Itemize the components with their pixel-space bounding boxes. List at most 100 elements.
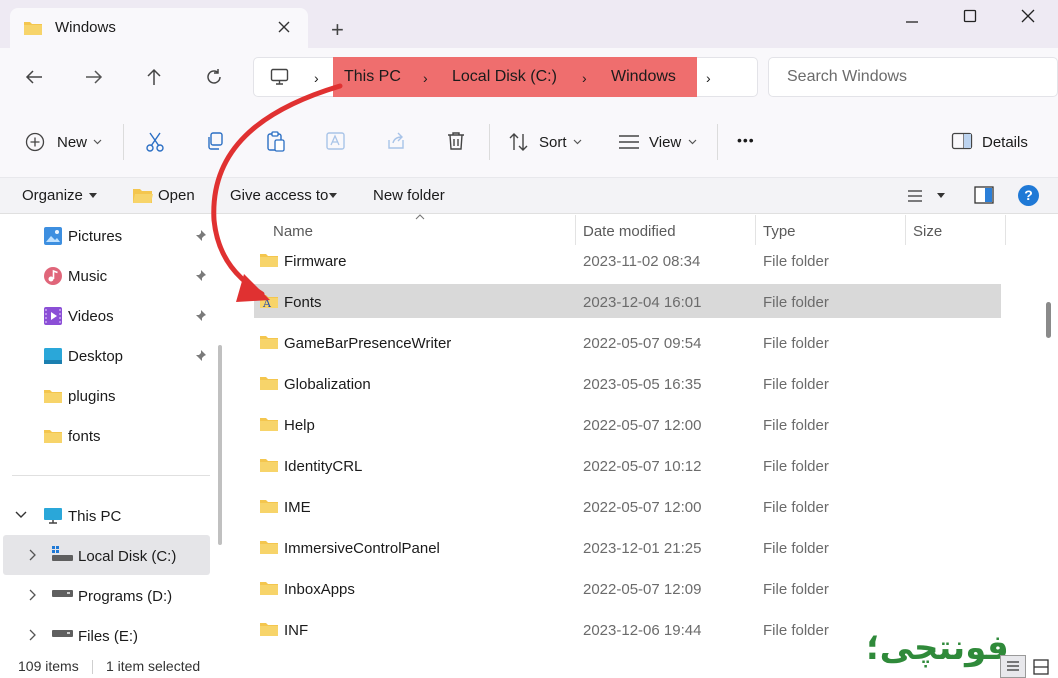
file-name[interactable]: Help: [284, 417, 315, 434]
status-divider: [92, 660, 93, 674]
file-name[interactable]: ImmersiveControlPanel: [284, 540, 440, 557]
drive-icon: [52, 630, 74, 638]
organize-menu[interactable]: Organize: [22, 187, 83, 204]
status-selection: 1 item selected: [106, 658, 201, 674]
file-name[interactable]: IdentityCRL: [284, 458, 362, 475]
more-options-button[interactable]: •••: [737, 132, 755, 148]
file-date: 2022-05-07 12:00: [583, 417, 702, 434]
file-date: 2023-12-06 19:44: [583, 622, 702, 639]
details-button[interactable]: Details: [982, 134, 1028, 151]
nav-item-pictures[interactable]: Pictures: [68, 228, 122, 245]
cut-button[interactable]: [145, 131, 165, 153]
file-type: File folder: [763, 458, 829, 475]
view-button[interactable]: View: [649, 134, 681, 151]
open-icon: [132, 186, 154, 204]
pin-icon[interactable]: [193, 349, 207, 363]
caret-down-icon[interactable]: [937, 193, 945, 198]
pictures-icon: [43, 226, 63, 246]
close-window-button[interactable]: [1021, 9, 1035, 23]
file-type: File folder: [763, 622, 829, 639]
delete-button[interactable]: [446, 131, 466, 151]
forward-button[interactable]: [85, 69, 103, 85]
status-item-count: 109 items: [18, 658, 79, 674]
breadcrumb-windows[interactable]: Windows: [611, 68, 676, 86]
nav-item-fonts[interactable]: fonts: [68, 428, 101, 445]
nav-item-this-pc[interactable]: This PC: [68, 508, 121, 525]
file-name[interactable]: InboxApps: [284, 581, 355, 598]
file-date: 2022-05-07 12:00: [583, 499, 702, 516]
folder-icon: [23, 20, 43, 36]
file-name[interactable]: IME: [284, 499, 311, 516]
column-divider[interactable]: [575, 215, 576, 245]
back-button[interactable]: [25, 69, 43, 85]
toolbar-divider: [717, 124, 718, 160]
folder-icon: [259, 416, 279, 432]
column-divider[interactable]: [1005, 215, 1006, 245]
large-icons-view-button[interactable]: [1032, 658, 1050, 676]
chevron-down-icon: [93, 139, 102, 145]
nav-item-files-e[interactable]: Files (E:): [78, 628, 138, 645]
breadcrumb-separator[interactable]: ›: [582, 70, 587, 86]
nav-item-music[interactable]: Music: [68, 268, 107, 285]
sort-icon[interactable]: [508, 132, 530, 152]
file-name[interactable]: GameBarPresenceWriter: [284, 335, 451, 352]
folder-icon: [259, 498, 279, 514]
share-button[interactable]: [386, 131, 406, 151]
nav-divider: [12, 475, 210, 476]
view-icon[interactable]: [618, 134, 640, 150]
folder-icon: [43, 388, 63, 404]
close-tab-icon[interactable]: [277, 20, 291, 34]
new-icon[interactable]: [25, 132, 45, 152]
breadcrumb-separator[interactable]: ›: [706, 70, 711, 86]
pin-icon[interactable]: [193, 309, 207, 323]
file-date: 2023-12-01 21:25: [583, 540, 702, 557]
up-button[interactable]: [146, 68, 162, 86]
file-type: File folder: [763, 335, 829, 352]
windows-drive-icon: [52, 546, 74, 562]
new-button[interactable]: New: [57, 134, 87, 151]
column-type[interactable]: Type: [763, 223, 796, 240]
sort-button[interactable]: Sort: [539, 134, 567, 151]
search-placeholder: Search Windows: [787, 68, 908, 85]
music-icon: [43, 266, 63, 286]
file-date: 2023-05-05 16:35: [583, 376, 702, 393]
chevron-down-icon[interactable]: [15, 511, 27, 519]
help-button[interactable]: ?: [1018, 185, 1039, 206]
file-type: File folder: [763, 540, 829, 557]
chevron-right-icon[interactable]: [29, 629, 36, 641]
column-size[interactable]: Size: [913, 223, 942, 240]
new-folder-button[interactable]: New folder: [373, 187, 445, 204]
change-view-icon[interactable]: [907, 189, 923, 203]
file-list-scrollbar[interactable]: [1046, 302, 1051, 338]
breadcrumb-local-disk[interactable]: Local Disk (C:): [452, 68, 557, 86]
nav-item-local-disk[interactable]: Local Disk (C:): [78, 548, 176, 565]
preview-pane-icon[interactable]: [974, 186, 994, 204]
nav-item-plugins[interactable]: plugins: [68, 388, 116, 405]
folder-icon: [259, 334, 279, 350]
file-name[interactable]: Globalization: [284, 376, 371, 393]
chevron-down-icon: [688, 139, 697, 145]
new-tab-button[interactable]: +: [331, 17, 344, 43]
file-date: 2022-05-07 12:09: [583, 581, 702, 598]
nav-item-programs-d[interactable]: Programs (D:): [78, 588, 172, 605]
nav-scrollbar[interactable]: [218, 345, 222, 545]
chevron-down-icon: [573, 139, 582, 145]
open-button[interactable]: Open: [158, 187, 195, 204]
maximize-button[interactable]: [963, 9, 977, 23]
column-date-modified[interactable]: Date modified: [583, 223, 676, 240]
column-divider[interactable]: [905, 215, 906, 245]
details-view-button[interactable]: [1000, 655, 1026, 678]
column-divider[interactable]: [755, 215, 756, 245]
chevron-right-icon[interactable]: [29, 549, 36, 561]
nav-item-desktop[interactable]: Desktop: [68, 348, 123, 365]
chevron-right-icon[interactable]: [29, 589, 36, 601]
details-pane-icon[interactable]: [951, 132, 973, 150]
breadcrumb-separator[interactable]: ›: [423, 70, 428, 86]
minimize-button[interactable]: [905, 15, 919, 29]
folder-icon: [259, 580, 279, 596]
file-name[interactable]: INF: [284, 622, 308, 639]
folder-icon: [259, 621, 279, 637]
folder-icon: [43, 428, 63, 444]
nav-item-videos[interactable]: Videos: [68, 308, 114, 325]
caret-down-icon: [89, 193, 97, 198]
